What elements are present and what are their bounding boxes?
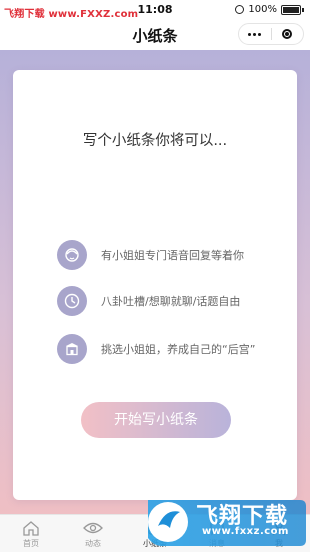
tab-label: 首页 (23, 539, 39, 548)
status-bar: 飞翔下载 www.FXXZ.com 11:08 100% (0, 0, 310, 20)
tab-label: 动态 (85, 539, 101, 548)
tab-feed[interactable]: 动态 (62, 517, 124, 549)
feature-text: 挑选小姐姐，养成自己的“后宫” (101, 343, 256, 356)
face-icon (57, 240, 87, 270)
feature-item: 有小姐姐专门语音回复等着你 (57, 240, 244, 270)
feature-text: 有小姐姐专门语音回复等着你 (101, 249, 244, 262)
nav-bar: 小纸条 (0, 20, 310, 50)
feature-text: 八卦吐槽/想聊就聊/话题自由 (101, 295, 241, 308)
close-miniprogram-icon[interactable] (272, 29, 304, 39)
tab-home[interactable]: 首页 (0, 517, 62, 549)
feature-item: 八卦吐槽/想聊就聊/话题自由 (57, 286, 240, 316)
start-writing-button[interactable]: 开始写小纸条 (81, 402, 231, 438)
status-right: 100% (235, 4, 304, 15)
more-icon[interactable] (239, 32, 271, 36)
home-icon (0, 517, 62, 539)
battery-icon (281, 4, 301, 15)
eye-icon (62, 517, 124, 539)
miniprogram-capsule (238, 23, 304, 45)
feature-item: 挑选小姐姐，养成自己的“后宫” (57, 334, 255, 364)
battery-percent: 100% (248, 4, 277, 15)
watermark-logo: 飞翔下载 www.fxxz.com (140, 492, 308, 548)
palace-icon (57, 334, 87, 364)
rotation-lock-icon (235, 5, 245, 14)
clock-icon (57, 286, 87, 316)
intro-card: 写个小纸条你将可以... 有小姐姐专门语音回复等着你 八卦吐槽/想聊就聊/话题自… (13, 70, 297, 500)
watermark-logo-url: www.fxxz.com (202, 526, 289, 537)
card-heading: 写个小纸条你将可以... (82, 133, 228, 149)
battery-tip (302, 7, 304, 12)
